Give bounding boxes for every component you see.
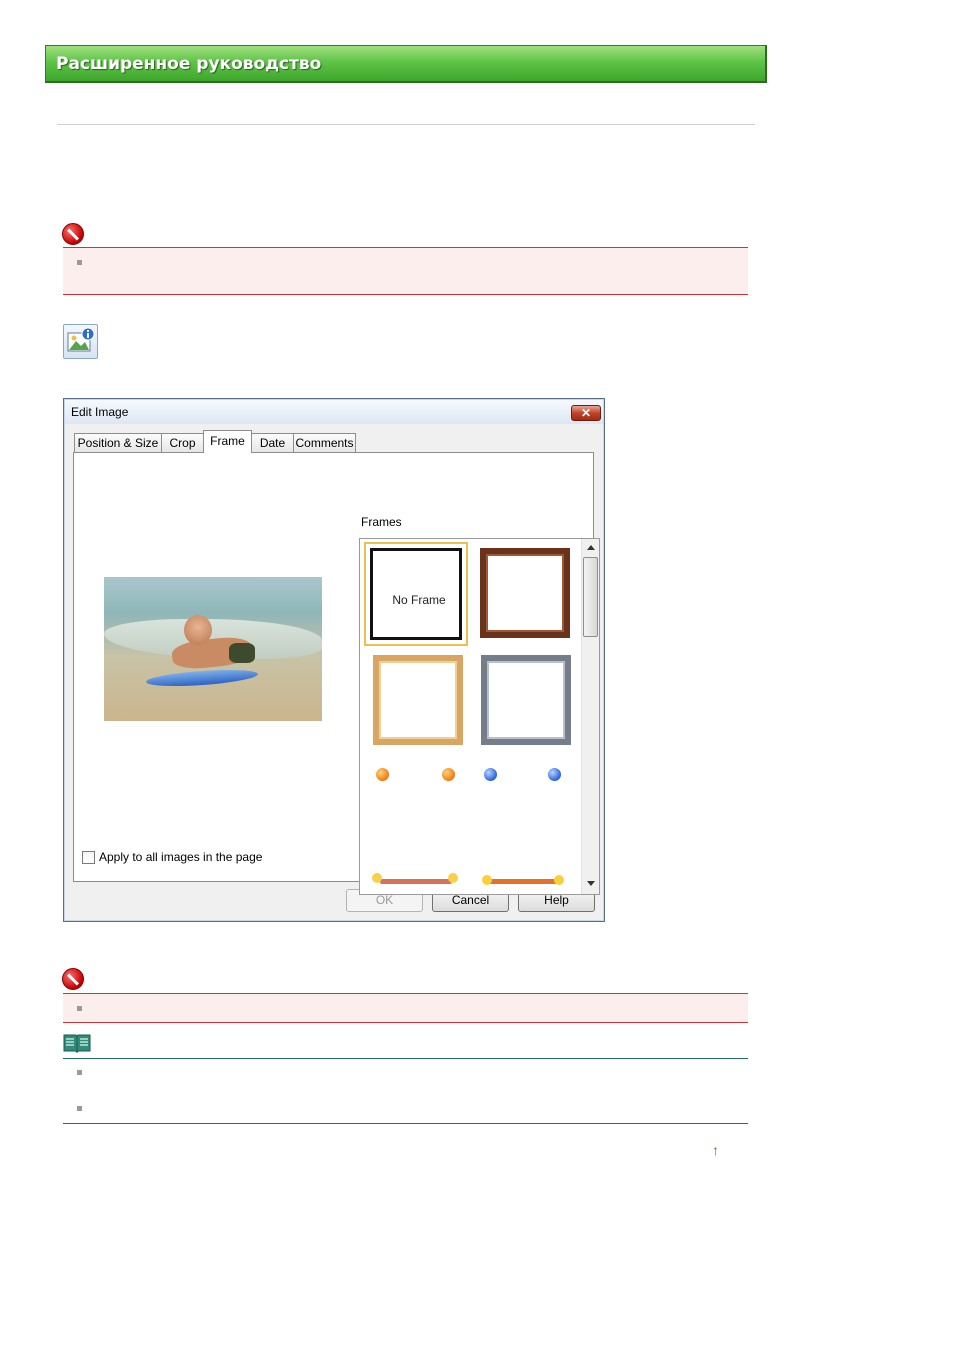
hint-box <box>63 1058 748 1124</box>
pin-icon <box>376 768 389 781</box>
frame-option-orange-pins[interactable] <box>370 764 465 794</box>
important-box <box>63 993 748 1023</box>
apply-all-label: Apply to all images in the page <box>99 850 263 864</box>
dialog-titlebar: Edit Image ✕ <box>65 400 603 424</box>
guide-title: Расширенное руководство <box>56 54 322 74</box>
rope-bar <box>488 879 558 884</box>
knot-icon <box>482 875 492 885</box>
important-icon <box>62 968 84 990</box>
divider <box>57 124 755 125</box>
note-book-icon <box>63 1033 91 1054</box>
pin-icon <box>484 768 497 781</box>
frames-scrollbar[interactable] <box>581 539 599 894</box>
pin-icon <box>442 768 455 781</box>
important-icon <box>62 223 84 245</box>
tab-position-size[interactable]: Position & Size <box>74 433 162 452</box>
no-frame-border: No Frame <box>370 548 462 640</box>
important-box <box>63 247 748 295</box>
tab-frame[interactable]: Frame <box>203 430 252 453</box>
edit-image-dialog: Edit Image ✕ Position & Size Crop Frame … <box>63 398 605 922</box>
frames-label: Frames <box>361 515 402 529</box>
scroll-up-icon[interactable] <box>587 545 595 550</box>
preview-board <box>145 667 259 689</box>
pin-icon <box>548 768 561 781</box>
tab-comments[interactable]: Comments <box>293 433 356 452</box>
ribbon-bar <box>380 879 452 884</box>
close-button[interactable]: ✕ <box>571 405 601 421</box>
scroll-thumb[interactable] <box>583 557 598 637</box>
frame-option-light-wood[interactable] <box>373 655 463 745</box>
back-to-top-icon[interactable]: ↑ <box>712 1142 719 1158</box>
frame-option-no-frame[interactable]: No Frame <box>364 542 468 646</box>
tab-crop[interactable]: Crop <box>161 433 204 452</box>
frame-tab-panel: Frames No Frame Apply to all images in t… <box>73 452 600 895</box>
frame-option-rope[interactable] <box>482 869 572 894</box>
frame-option-blue-pins[interactable] <box>480 764 575 794</box>
edit-image-toolbar-icon[interactable] <box>63 324 98 359</box>
bow-icon <box>372 873 382 883</box>
no-frame-label: No Frame <box>392 593 446 607</box>
frame-option-metal[interactable] <box>481 655 571 745</box>
knot-icon <box>554 875 564 885</box>
bullet-icon <box>77 1006 82 1011</box>
frame-option-ribbon[interactable] <box>372 869 462 894</box>
image-preview <box>104 577 322 721</box>
guide-header-banner: Расширенное руководство <box>45 45 767 83</box>
bullet-icon <box>77 1106 82 1111</box>
apply-all-checkbox[interactable] <box>82 851 95 864</box>
bullet-icon <box>77 260 82 265</box>
dialog-title: Edit Image <box>71 405 129 419</box>
preview-head <box>184 615 212 645</box>
frame-option-dark-wood[interactable] <box>480 548 570 638</box>
tab-date[interactable]: Date <box>251 433 294 452</box>
bullet-icon <box>77 1070 82 1075</box>
frames-list[interactable]: No Frame <box>359 538 600 895</box>
bow-icon <box>448 873 458 883</box>
scroll-down-icon[interactable] <box>587 881 595 886</box>
preview-shorts <box>229 643 255 663</box>
